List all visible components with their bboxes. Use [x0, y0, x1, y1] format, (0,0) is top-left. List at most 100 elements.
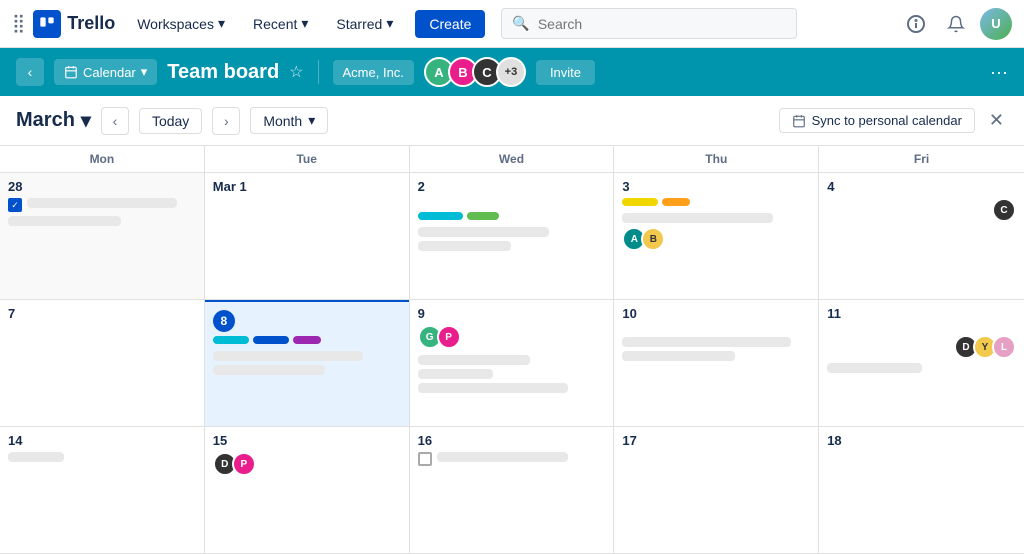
- day-number: 11: [827, 306, 1016, 321]
- event-placeholder: [8, 216, 121, 226]
- today-button[interactable]: Today: [139, 108, 202, 134]
- event-placeholder: [213, 365, 326, 375]
- day-cell-16[interactable]: 16: [410, 427, 615, 554]
- member-avatar[interactable]: B: [641, 227, 665, 251]
- next-month-button[interactable]: ›: [212, 107, 240, 135]
- day-cell-11[interactable]: 11 D Y L: [819, 300, 1024, 427]
- info-button[interactable]: [900, 8, 932, 40]
- chevron-down-icon: ▾: [81, 108, 91, 133]
- month-title[interactable]: March ▾: [16, 108, 91, 133]
- notification-button[interactable]: [940, 8, 972, 40]
- calendar-container: March ▾ ‹ Today › Month ▾ Sync to person…: [0, 96, 1024, 554]
- checkbox-empty-icon: [418, 452, 432, 466]
- extra-members-badge[interactable]: +3: [496, 57, 526, 87]
- day-header-thu: Thu: [614, 146, 819, 172]
- day-cell-2[interactable]: 2: [410, 173, 615, 300]
- toggle-sidebar-button[interactable]: ‹: [16, 58, 44, 86]
- day-cell-10[interactable]: 10: [614, 300, 819, 427]
- day-cell-14[interactable]: 14: [0, 427, 205, 554]
- chevron-down-icon: ▾: [218, 15, 225, 32]
- grid-icon[interactable]: ⣿: [12, 13, 25, 34]
- calendar-body: 28 ✓ Mar 1 2: [0, 173, 1024, 554]
- day-cell-17[interactable]: 17: [614, 427, 819, 554]
- chevron-down-icon: ▾: [308, 112, 315, 129]
- board-nav: ‹ Calendar ▾ Team board ☆ Acme, Inc. A B…: [0, 48, 1024, 96]
- member-avatars: A B C +3: [424, 57, 526, 87]
- day-cell-mar1[interactable]: Mar 1: [205, 173, 410, 300]
- event-placeholder: [827, 363, 921, 373]
- search-input[interactable]: [538, 16, 787, 32]
- avatars-row: D P: [213, 452, 401, 476]
- sync-calendar-button[interactable]: Sync to personal calendar: [779, 108, 975, 133]
- day-number: 9: [418, 306, 606, 321]
- event-bar-cyan: [213, 336, 249, 344]
- month-selector-button[interactable]: Month ▾: [250, 107, 328, 134]
- event-placeholder: [8, 452, 64, 462]
- calendar-view-button[interactable]: Calendar ▾: [54, 59, 157, 85]
- member-avatar[interactable]: L: [992, 335, 1016, 359]
- event-bar-blue: [253, 336, 289, 344]
- today-underline: [205, 300, 409, 302]
- search-icon: 🔍: [512, 15, 529, 32]
- day-number: 7: [8, 306, 196, 321]
- more-options-button[interactable]: ···: [990, 62, 1008, 83]
- day-cell-18[interactable]: 18: [819, 427, 1024, 554]
- starred-button[interactable]: Starred ▾: [326, 9, 403, 38]
- star-button[interactable]: ☆: [289, 62, 303, 82]
- day-header-mon: Mon: [0, 146, 205, 172]
- day-cell-7[interactable]: 7: [0, 300, 205, 427]
- avatars-row: C: [827, 198, 1016, 222]
- day-number: 17: [622, 433, 810, 448]
- event-placeholder: [418, 369, 493, 379]
- day-cell-15[interactable]: 15 D P: [205, 427, 410, 554]
- avatars-row: G P: [418, 325, 606, 349]
- invite-button[interactable]: Invite: [536, 60, 595, 85]
- event-placeholder: [437, 452, 568, 462]
- chevron-down-icon: ▾: [301, 15, 308, 32]
- chevron-down-icon: ▾: [141, 64, 148, 80]
- prev-month-button[interactable]: ‹: [101, 107, 129, 135]
- day-cell-4[interactable]: 4 C: [819, 173, 1024, 300]
- day-header-tue: Tue: [205, 146, 410, 172]
- trello-logo-text: Trello: [67, 13, 115, 34]
- checkbox-done-icon: ✓: [8, 198, 22, 212]
- trello-logo-box: [33, 10, 61, 38]
- event-bar-purple: [293, 336, 321, 344]
- member-avatar[interactable]: P: [437, 325, 461, 349]
- event-bar-orange: [662, 198, 690, 206]
- search-bar[interactable]: 🔍: [501, 8, 797, 39]
- day-number: 4: [827, 179, 1016, 194]
- chevron-down-icon: ▾: [386, 15, 393, 32]
- event-placeholder: [418, 355, 531, 365]
- avatars-row: A B: [622, 227, 810, 251]
- top-nav: ⣿ Trello Workspaces ▾ Recent ▾ Starred ▾…: [0, 0, 1024, 48]
- day-header-fri: Fri: [819, 146, 1024, 172]
- day-number: 2: [418, 179, 606, 194]
- workspace-badge[interactable]: Acme, Inc.: [333, 60, 414, 85]
- avatars-row: D Y L: [827, 335, 1016, 359]
- day-cell-3[interactable]: 3 A B: [614, 173, 819, 300]
- day-cell-9[interactable]: 9 G P: [410, 300, 615, 427]
- day-number: 10: [622, 306, 810, 321]
- event-placeholder: [622, 213, 772, 223]
- day-number: 3: [622, 179, 810, 194]
- day-cell-28[interactable]: 28 ✓: [0, 173, 205, 300]
- day-number: 16: [418, 433, 606, 448]
- event-bar-yellow: [622, 198, 658, 206]
- create-button[interactable]: Create: [415, 10, 485, 38]
- workspaces-button[interactable]: Workspaces ▾: [127, 9, 235, 38]
- event-placeholder: [622, 351, 735, 361]
- day-cell-8-today[interactable]: 8: [205, 300, 410, 427]
- calendar-header: March ▾ ‹ Today › Month ▾ Sync to person…: [0, 96, 1024, 146]
- member-avatar[interactable]: C: [992, 198, 1016, 222]
- close-calendar-button[interactable]: ✕: [985, 106, 1008, 135]
- user-avatar[interactable]: U: [980, 8, 1012, 40]
- board-title: Team board: [167, 61, 279, 84]
- event-placeholder: [622, 337, 791, 347]
- day-number: 8: [213, 310, 401, 332]
- calendar-grid: Mon Tue Wed Thu Fri 28 ✓ Mar 1: [0, 146, 1024, 554]
- recent-button[interactable]: Recent ▾: [243, 9, 318, 38]
- event-placeholder: [213, 351, 363, 361]
- member-avatar[interactable]: P: [232, 452, 256, 476]
- day-number: Mar 1: [213, 179, 401, 194]
